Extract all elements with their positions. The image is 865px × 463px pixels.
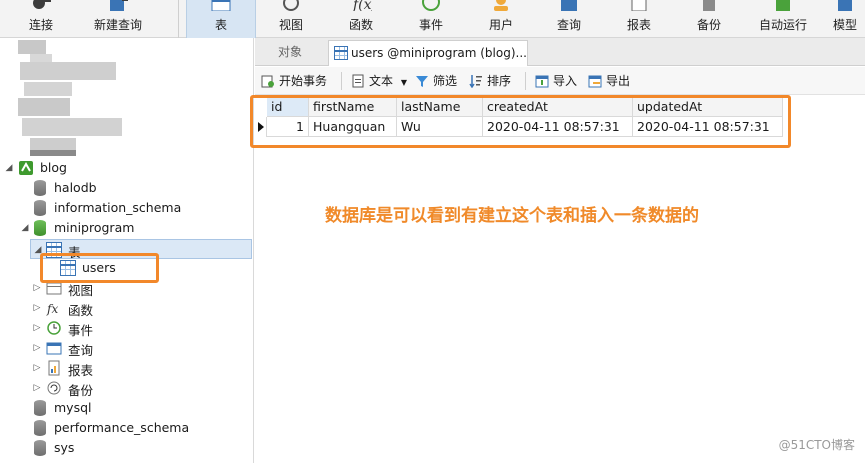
text-menu-button[interactable]: 文本 ▼ (351, 73, 407, 89)
export-icon (588, 75, 602, 88)
tab-bar: 对象 users @miniprogram (blog)... (255, 38, 865, 66)
tree-item-database-miniprogram[interactable]: ◢ miniprogram (0, 218, 253, 238)
toolbar-view-button[interactable]: 视图 (258, 0, 324, 38)
connection-icon (19, 161, 33, 175)
database-icon (34, 200, 46, 216)
tree-item-events[interactable]: ▷ 事件 (0, 318, 253, 338)
begin-transaction-button[interactable]: 开始事务 (261, 73, 327, 89)
toolbar-automation-button[interactable]: 自动运行 (748, 0, 818, 38)
navigation-tree: ◢ blog halodb information_schema ◢ minip… (0, 38, 254, 463)
toolbar-query-button[interactable]: 查询 (536, 0, 602, 38)
connect-icon (33, 0, 51, 9)
backup-icon (703, 0, 715, 11)
automation-icon (776, 0, 790, 11)
collapse-arrow-icon[interactable]: ▷ (32, 322, 42, 334)
toolbar-user-button[interactable]: 用户 (468, 0, 534, 38)
tree-item-queries[interactable]: ▷ 查询 (0, 338, 253, 358)
collapse-arrow-icon[interactable]: ▷ (32, 382, 42, 394)
toolbar-connect-button[interactable]: 连接 (8, 0, 74, 38)
toolbar-separator (178, 0, 179, 38)
function-icon: fx (46, 302, 58, 316)
report-icon (631, 0, 647, 11)
collapse-arrow-icon[interactable]: ▷ (32, 282, 42, 294)
database-icon (34, 180, 46, 196)
event-icon (47, 321, 61, 335)
toolbar-backup-button[interactable]: 备份 (676, 0, 742, 38)
tree-item-database[interactable]: mysql (0, 398, 253, 418)
import-icon (535, 75, 549, 88)
toolbar-separator (525, 72, 526, 90)
toolbar-new-query-button[interactable]: 新建查询 (82, 0, 154, 38)
grid-highlight-box (250, 95, 791, 148)
table-icon (211, 0, 231, 11)
tree-item-database[interactable]: sys (0, 438, 253, 458)
export-button[interactable]: 导出 (588, 73, 630, 89)
function-icon: f(x) (352, 0, 372, 11)
tree-item-database[interactable]: performance_schema (0, 418, 253, 438)
svg-text:fx: fx (46, 302, 58, 316)
tab-users-table[interactable]: users @miniprogram (blog)... (328, 40, 528, 66)
watermark: @51CTO博客 (778, 438, 855, 452)
filter-icon (416, 76, 428, 87)
table-toolbar: 开始事务 文本 ▼ 筛选 排序 导入 导出 (255, 67, 865, 95)
tree-item-database[interactable]: information_schema (0, 198, 253, 218)
tab-objects[interactable]: 对象 (255, 40, 325, 66)
collapse-arrow-icon[interactable]: ▷ (32, 362, 42, 374)
report-icon (48, 360, 60, 376)
tab-users-label: users @miniprogram (blog)... (351, 46, 527, 60)
query-icon (46, 342, 62, 355)
expand-arrow-icon[interactable]: ◢ (4, 162, 14, 174)
main-toolbar: 连接 新建查询 表 视图 f(x) 函数 事件 用户 查询 报表 备份 自动运行 (0, 0, 865, 38)
filter-button[interactable]: 筛选 (415, 73, 457, 89)
toolbar-report-button[interactable]: 报表 (606, 0, 672, 38)
table-icon (334, 46, 348, 60)
toolbar-model-button[interactable]: 模型 (822, 0, 865, 38)
document-icon (352, 74, 364, 88)
transaction-icon (261, 75, 274, 88)
collapse-arrow-icon[interactable]: ▷ (32, 342, 42, 354)
backup-icon (47, 381, 61, 395)
toolbar-separator (341, 72, 342, 90)
tree-item-functions[interactable]: ▷ fx 函数 (0, 298, 253, 318)
model-icon (838, 0, 852, 11)
toolbar-function-button[interactable]: f(x) 函数 (328, 0, 394, 38)
tree-item-blog-connection[interactable]: ◢ blog (0, 158, 253, 178)
sort-icon (469, 75, 482, 88)
event-icon (422, 0, 440, 11)
user-icon (494, 0, 508, 11)
database-icon (34, 420, 46, 436)
expand-arrow-icon[interactable]: ◢ (20, 222, 30, 234)
database-icon (34, 220, 46, 236)
new-query-icon (110, 0, 128, 11)
query-icon (561, 0, 577, 11)
import-button[interactable]: 导入 (535, 73, 577, 89)
database-icon (34, 400, 46, 416)
dropdown-arrow-icon: ▼ (400, 78, 407, 87)
tree-item-reports[interactable]: ▷ 报表 (0, 358, 253, 378)
toolbar-event-button[interactable]: 事件 (398, 0, 464, 38)
users-highlight-box (40, 253, 159, 283)
svg-text:f(x): f(x) (352, 0, 372, 11)
annotation-text: 数据库是可以看到有建立这个表和插入一条数据的 (325, 206, 699, 226)
tree-item-backups[interactable]: ▷ 备份 (0, 378, 253, 398)
sort-button[interactable]: 排序 (469, 73, 511, 89)
toolbar-table-button[interactable]: 表 (186, 0, 256, 38)
collapse-arrow-icon[interactable]: ▷ (32, 302, 42, 314)
database-icon (34, 440, 46, 456)
view-icon (283, 0, 299, 11)
tree-item-database[interactable]: halodb (0, 178, 253, 198)
